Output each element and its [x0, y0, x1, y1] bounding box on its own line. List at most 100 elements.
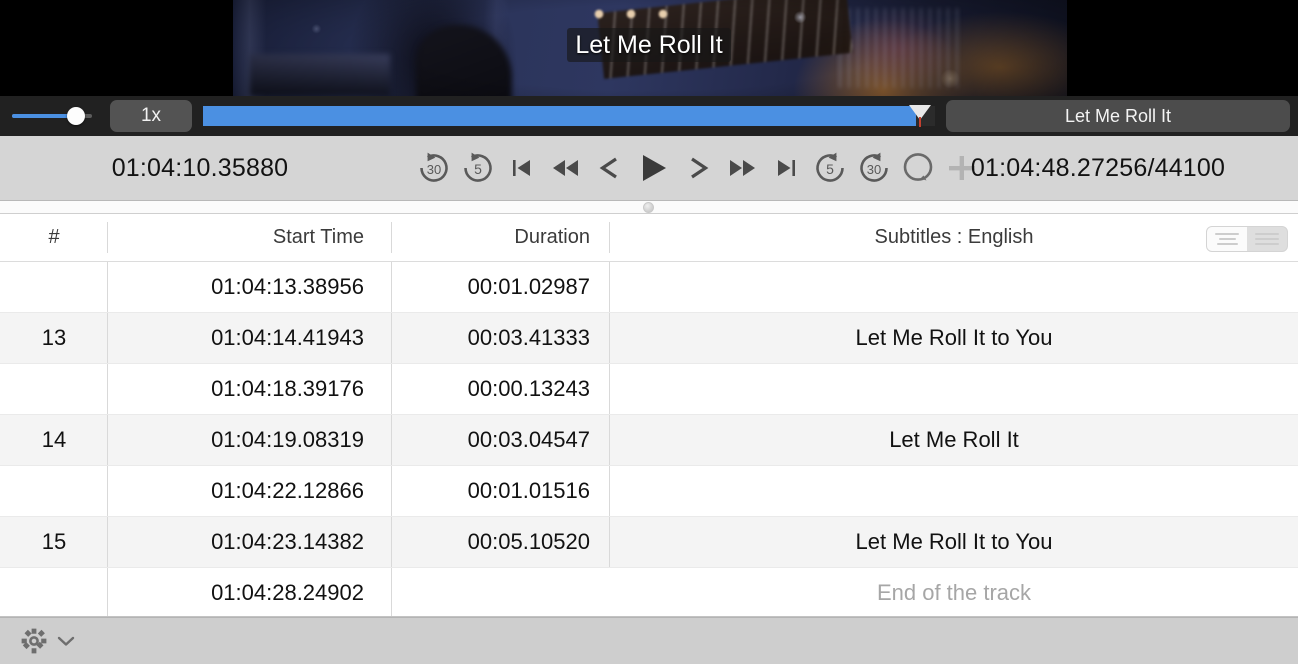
cell-start-time[interactable]: 01:04:22.12866: [108, 465, 392, 517]
line-1: [1255, 233, 1279, 235]
skip-to-start-button[interactable]: [500, 140, 544, 196]
cell-subtitle-text[interactable]: Let Me Roll It to You: [610, 312, 1298, 364]
cell-start-time[interactable]: 01:04:18.39176: [108, 363, 392, 415]
forward-30-icon: 30: [860, 152, 888, 182]
gear-icon: [21, 628, 47, 654]
bottom-toolbar: [0, 617, 1298, 664]
total-time-display: 01:04:48.27256/44100: [970, 153, 1226, 182]
cell-duration[interactable]: 00:01.01516: [392, 465, 610, 517]
subtitle-table: # Start Time Duration Subtitles : Englis…: [0, 214, 1298, 616]
forward-5-seconds-button[interactable]: 5: [808, 140, 852, 196]
panel-splitter[interactable]: [0, 201, 1298, 214]
cell-duration[interactable]: 00:03.04547: [392, 414, 610, 466]
rewind-button[interactable]: [544, 140, 588, 196]
cell-subtitle-text[interactable]: Let Me Roll It to You: [610, 516, 1298, 568]
subtitle-editor-window: Let Me Roll It 1x Let Me Roll It 01:04:1…: [0, 0, 1298, 664]
column-header-subtitles-label: Subtitles : English: [874, 226, 1034, 248]
chevron-down-icon: [57, 636, 75, 646]
seek-progress-fill: [203, 106, 916, 126]
rewind-30-icon: 30: [420, 152, 448, 182]
volume-fill: [12, 114, 74, 118]
cell-subtitle-text[interactable]: [610, 363, 1298, 415]
cell-start-time[interactable]: 01:04:14.41943: [108, 312, 392, 364]
table-row[interactable]: 13 01:04:14.41943 00:03.41333 Let Me Roll I…: [0, 312, 1298, 364]
skip-end-icon: [778, 160, 795, 176]
cell-number[interactable]: 14: [0, 414, 108, 466]
line-1: [1215, 233, 1239, 235]
subtitle-table-body: 01:04:13.38956 00:01.02987 13 01:04:14.4194…: [0, 261, 1298, 616]
forward-30-seconds-button[interactable]: 30: [852, 140, 896, 196]
column-header-number[interactable]: #: [0, 214, 108, 262]
line-2: [1255, 238, 1279, 240]
table-row[interactable]: 01:04:18.39176 00:00.13243: [0, 363, 1298, 415]
table-row[interactable]: 14 01:04:19.08319 00:03.04547 Let Me Roll I…: [0, 414, 1298, 466]
cell-duration[interactable]: 00:05.10520: [392, 516, 610, 568]
video-frame[interactable]: [233, 0, 1067, 96]
rewind-5-icon: 5: [464, 152, 492, 182]
cell-subtitle-text[interactable]: [610, 261, 1298, 313]
cell-start-time[interactable]: 01:04:28.24902: [108, 567, 392, 616]
cell-number[interactable]: 13: [0, 312, 108, 364]
svg-text:30: 30: [867, 162, 881, 177]
column-header-duration[interactable]: Duration: [392, 214, 610, 262]
svg-text:5: 5: [826, 161, 834, 177]
track-title-button[interactable]: Let Me Roll It: [946, 100, 1290, 132]
svg-text:30: 30: [427, 162, 441, 177]
table-row[interactable]: 01:04:28.24902 End of the track: [0, 567, 1298, 616]
cell-duration[interactable]: 00:01.02987: [392, 261, 610, 313]
step-back-icon: [599, 157, 617, 179]
volume-knob[interactable]: [67, 107, 85, 125]
cell-start-time[interactable]: 01:04:13.38956: [108, 261, 392, 313]
svg-text:5: 5: [474, 161, 482, 177]
cell-start-time[interactable]: 01:04:23.14382: [108, 516, 392, 568]
cell-subtitle-text[interactable]: [610, 465, 1298, 517]
volume-track[interactable]: [12, 107, 92, 125]
cell-number[interactable]: [0, 567, 108, 616]
cell-number[interactable]: [0, 363, 108, 415]
playhead-stem: [919, 117, 921, 127]
back-30-seconds-button[interactable]: 30: [412, 140, 456, 196]
subtitle-table-area: # Start Time Duration Subtitles : Englis…: [0, 214, 1298, 617]
step-forward-icon: [691, 157, 709, 179]
cell-subtitle-text[interactable]: End of the track: [610, 567, 1298, 616]
cell-number[interactable]: 15: [0, 516, 108, 568]
transport-bar: 01:04:10.35880 30 5 5 30 01:04:48.27256/…: [0, 136, 1298, 201]
player-controls-bar: 1x Let Me Roll It: [0, 96, 1298, 136]
column-header-start-time[interactable]: Start Time: [108, 214, 392, 262]
cell-duration[interactable]: 00:03.41333: [392, 312, 610, 364]
volume-slider[interactable]: [12, 96, 96, 136]
cell-number[interactable]: [0, 261, 108, 313]
view-mode-block[interactable]: [1247, 227, 1287, 251]
line-2: [1218, 238, 1236, 240]
table-row[interactable]: 01:04:13.38956 00:01.02987: [0, 261, 1298, 313]
step-forward-button[interactable]: [676, 140, 720, 196]
seek-playhead[interactable]: [909, 105, 931, 127]
view-mode-left-align[interactable]: [1207, 227, 1247, 251]
cell-number[interactable]: [0, 465, 108, 517]
cell-start-time[interactable]: 01:04:19.08319: [108, 414, 392, 466]
column-header-subtitles[interactable]: Subtitles : English: [610, 214, 1298, 262]
table-row[interactable]: 01:04:22.12866 00:01.01516: [0, 465, 1298, 517]
back-5-seconds-button[interactable]: 5: [456, 140, 500, 196]
seek-bar[interactable]: [203, 96, 935, 136]
playback-speed-button[interactable]: 1x: [110, 100, 192, 132]
view-mode-toggle[interactable]: [1206, 226, 1288, 252]
header-row: # Start Time Duration Subtitles : Englis…: [0, 214, 1298, 262]
subtitle-table-header: # Start Time Duration Subtitles : Englis…: [0, 214, 1298, 262]
play-icon: [643, 155, 666, 181]
seek-track[interactable]: [203, 105, 935, 127]
fast-forward-icon: [730, 160, 755, 176]
play-button[interactable]: [632, 140, 676, 196]
cell-duration[interactable]: 00:00.13243: [392, 363, 610, 415]
rewind-icon: [553, 160, 578, 176]
settings-menu-button[interactable]: [20, 627, 76, 655]
table-row[interactable]: 15 01:04:23.14382 00:05.10520 Let Me Roll I…: [0, 516, 1298, 568]
cell-duration[interactable]: [392, 567, 610, 616]
fast-forward-button[interactable]: [720, 140, 764, 196]
cell-subtitle-text[interactable]: Let Me Roll It: [610, 414, 1298, 466]
step-backward-button[interactable]: [588, 140, 632, 196]
skip-to-end-button[interactable]: [764, 140, 808, 196]
line-3: [1216, 243, 1238, 245]
current-time-display: 01:04:10.35880: [111, 153, 289, 182]
splitter-handle[interactable]: [643, 202, 654, 213]
